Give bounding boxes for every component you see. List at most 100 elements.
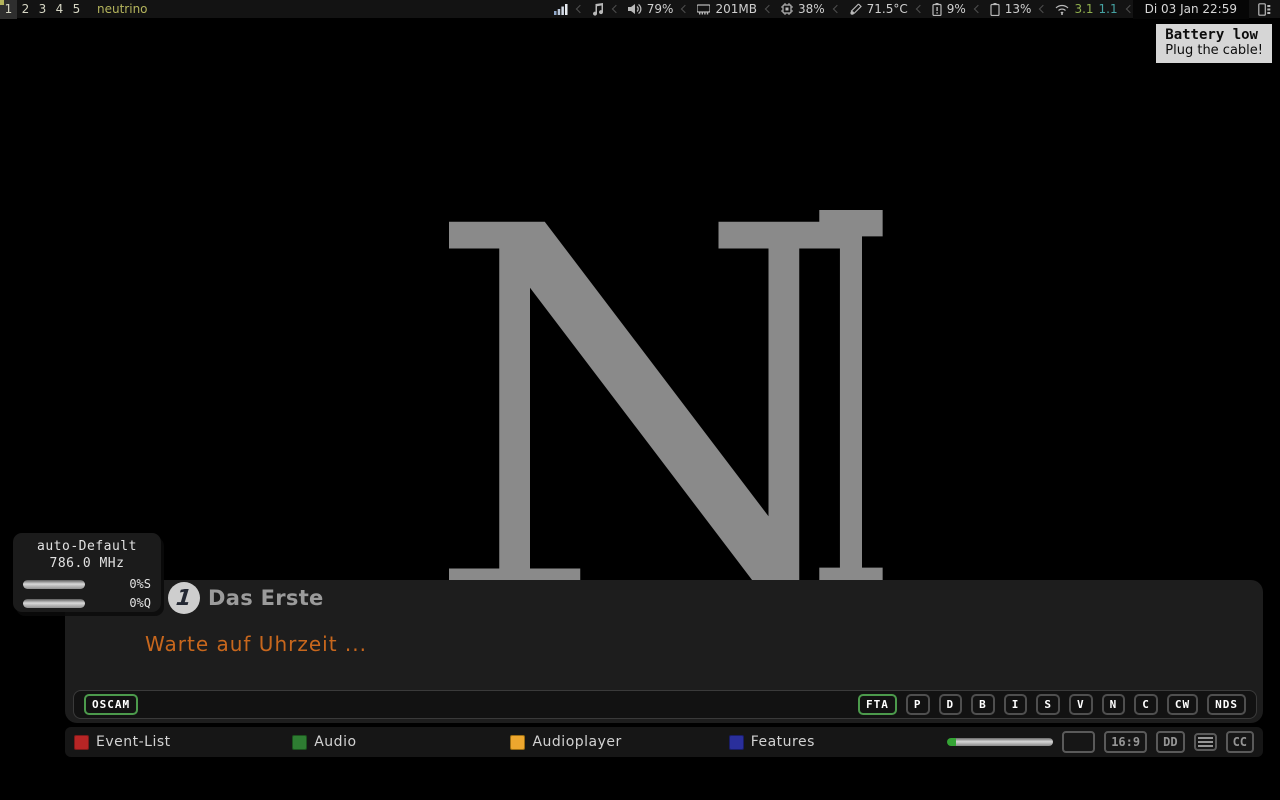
net-tx-value: 1.1 xyxy=(1099,2,1118,16)
thermometer-icon xyxy=(849,3,862,16)
green-button-label: Audio xyxy=(314,734,356,750)
battery-alert-icon xyxy=(932,3,942,16)
signal-strength-bar xyxy=(23,580,85,589)
tray-toggle[interactable] xyxy=(1249,0,1280,19)
progress-track xyxy=(956,738,1052,746)
tray-icon xyxy=(1258,3,1271,16)
battery-alert-value: 9% xyxy=(947,2,966,16)
battery-value: 13% xyxy=(1005,2,1032,16)
neutrino-logo-icon: N I xyxy=(424,210,894,605)
aspect-ratio-badge: 16:9 xyxy=(1104,731,1147,753)
temperature-value: 71.5°C xyxy=(867,2,908,16)
red-button-label: Event-List xyxy=(96,734,171,750)
battery-module: 13% xyxy=(981,0,1041,19)
clock-module: Di 03 Jan 22:59 xyxy=(1133,0,1249,19)
workspace-button-1[interactable]: 1 xyxy=(0,0,17,19)
channel-infobar: 1 Das Erste Warte auf Uhrzeit ... OSCAM … xyxy=(65,580,1263,723)
flag-p: P xyxy=(906,694,930,715)
signal-module xyxy=(545,0,577,19)
wifi-icon xyxy=(1055,4,1069,15)
flag-nds: NDS xyxy=(1207,694,1246,715)
blue-button-icon xyxy=(729,735,744,750)
signal-quality-bar xyxy=(23,599,85,608)
memory-value: 201MB xyxy=(715,2,757,16)
red-button-event-list[interactable]: Event-List xyxy=(74,734,292,750)
memory-icon xyxy=(697,4,710,15)
flag-i: I xyxy=(1004,694,1028,715)
flag-cw: CW xyxy=(1167,694,1198,715)
workspace-active-indicator xyxy=(0,0,4,5)
audio-tracks-icon xyxy=(1194,733,1217,751)
workspace-label: 1 xyxy=(5,2,13,16)
network-module: 3.1 1.1 xyxy=(1046,0,1126,19)
emu-badge: OSCAM xyxy=(84,694,138,715)
channel-name: Das Erste xyxy=(208,586,324,610)
music-note-icon xyxy=(592,3,604,16)
channel-header: 1 Das Erste xyxy=(168,582,324,614)
ca-status-row: OSCAM FTA P D B I S V N C CW NDS xyxy=(73,690,1257,719)
battery-icon xyxy=(990,3,1000,16)
notification-title: Battery low xyxy=(1165,27,1263,43)
yellow-button-label: Audioplayer xyxy=(532,734,621,750)
green-button-audio[interactable]: Audio xyxy=(292,734,510,750)
workspace-button-2[interactable]: 2 xyxy=(17,0,34,19)
cpu-module: 38% xyxy=(772,0,834,19)
volume-value: 79% xyxy=(647,2,674,16)
signal-row: 0%S xyxy=(23,577,151,591)
workspace-button-4[interactable]: 4 xyxy=(51,0,68,19)
top-status-bar: 1 2 3 4 5 neutrino 79% xyxy=(0,0,1280,19)
flag-c: C xyxy=(1134,694,1158,715)
flag-v: V xyxy=(1069,694,1093,715)
temperature-module: 71.5°C xyxy=(840,0,917,19)
quality-row: 0%Q xyxy=(23,596,151,610)
logo-letter-n: N xyxy=(424,210,872,605)
workspace-button-3[interactable]: 3 xyxy=(34,0,51,19)
tuner-signal-box: auto-Default 786.0 MHz 0%S 0%Q xyxy=(13,533,161,612)
battery-alert-module: 9% xyxy=(923,0,975,19)
tuner-profile: auto-Default xyxy=(23,538,151,555)
progress-fill xyxy=(947,738,957,746)
workspace-label: 4 xyxy=(56,2,64,16)
flag-n: N xyxy=(1102,694,1126,715)
logo-letter-i: I xyxy=(807,210,894,605)
neutrino-logo-watermark: N I xyxy=(424,210,894,609)
music-module xyxy=(583,0,613,19)
yellow-button-audioplayer[interactable]: Audioplayer xyxy=(510,734,728,750)
window-title: neutrino xyxy=(97,2,148,16)
subtitles-badge: CC xyxy=(1226,731,1254,753)
yellow-button-icon xyxy=(510,735,525,750)
cpu-icon xyxy=(781,3,793,15)
workspace-button-5[interactable]: 5 xyxy=(68,0,85,19)
workspace-label: 5 xyxy=(73,2,81,16)
signal-quality-label: 0%Q xyxy=(129,596,151,610)
workspace-label: 3 xyxy=(39,2,47,16)
status-modules: 79% 201MB 38% 71.5°C xyxy=(545,0,1280,19)
net-rx-value: 3.1 xyxy=(1074,2,1093,16)
blue-button-features[interactable]: Features xyxy=(729,734,947,750)
function-button-bar: Event-List Audio Audioplayer Features 16… xyxy=(65,727,1263,757)
volume-module: 79% xyxy=(619,0,683,19)
workspace-label: 2 xyxy=(22,2,30,16)
channel-logo-digit: 1 xyxy=(175,586,193,611)
speaker-icon xyxy=(628,3,642,15)
signal-strength-label: 0%S xyxy=(129,577,151,591)
notification-message: Plug the cable! xyxy=(1165,43,1263,58)
resolution-badge xyxy=(1062,731,1096,753)
blue-button-label: Features xyxy=(751,734,815,750)
status-message: Warte auf Uhrzeit ... xyxy=(145,632,367,656)
flag-fta: FTA xyxy=(858,694,897,715)
dolby-badge: DD xyxy=(1156,731,1184,753)
flag-b: B xyxy=(971,694,995,715)
tuner-frequency: 786.0 MHz xyxy=(23,555,151,572)
battery-notification[interactable]: Battery low Plug the cable! xyxy=(1154,22,1274,65)
flag-d: D xyxy=(939,694,963,715)
green-button-icon xyxy=(292,735,307,750)
red-button-icon xyxy=(74,735,89,750)
signal-bars-icon xyxy=(554,3,568,15)
channel-logo-icon: 1 xyxy=(168,582,200,614)
mute-progress-bar xyxy=(947,738,1053,746)
flag-s: S xyxy=(1036,694,1060,715)
clock-value: Di 03 Jan 22:59 xyxy=(1145,2,1237,16)
flag-badges: FTA P D B I S V N C CW NDS xyxy=(858,694,1246,715)
memory-module: 201MB xyxy=(688,0,766,19)
